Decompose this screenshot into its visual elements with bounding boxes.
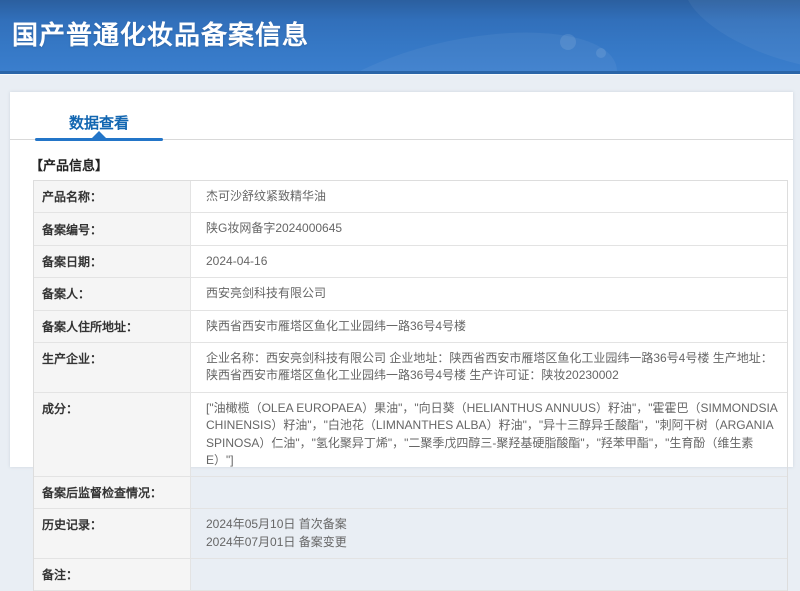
row-label: 备案人： (34, 278, 191, 309)
row-label: 备案编号： (34, 213, 191, 244)
row-value: 西安亮剑科技有限公司 (191, 278, 787, 309)
table-row-filing-number: 备案编号： 陕G妆网备字2024000645 (34, 213, 787, 245)
row-label: 备案后监督检查情况： (34, 477, 191, 508)
table-row-filer-address: 备案人住所地址： 陕西省西安市雁塔区鱼化工业园纬一路36号4号楼 (34, 311, 787, 343)
row-value: 2024年05月10日 首次备案 2024年07月01日 备案变更 (191, 509, 787, 558)
tab-active-pointer-icon (92, 131, 106, 138)
row-value: ["油橄榄（OLEA EUROPAEA）果油"，"向日葵（HELIANTHUS … (191, 393, 787, 477)
row-label: 备案日期： (34, 246, 191, 277)
row-value: 陕西省西安市雁塔区鱼化工业园纬一路36号4号楼 (191, 311, 787, 342)
banner-decoration (560, 34, 576, 50)
page-title: 国产普通化妆品备案信息 (12, 15, 309, 52)
table-row-ingredients: 成分： ["油橄榄（OLEA EUROPAEA）果油"，"向日葵（HELIANT… (34, 393, 787, 478)
product-info-section-title: 【产品信息】 (30, 155, 793, 174)
row-label: 生产企业： (34, 343, 191, 392)
content-panel: 数据查看 【产品信息】 产品名称： 杰可沙舒纹紧致精华油 备案编号： 陕G妆网备… (10, 92, 793, 467)
page-banner: 国产普通化妆品备案信息 (0, 0, 800, 74)
table-row-manufacturer: 生产企业： 企业名称：西安亮剑科技有限公司 企业地址：陕西省西安市雁塔区鱼化工业… (34, 343, 787, 393)
row-value: 杰可沙舒纹紧致精华油 (191, 181, 787, 212)
table-row-filer: 备案人： 西安亮剑科技有限公司 (34, 278, 787, 310)
row-value: 2024-04-16 (191, 246, 787, 277)
banner-decoration (291, 8, 629, 74)
row-value: 企业名称：西安亮剑科技有限公司 企业地址：陕西省西安市雁塔区鱼化工业园纬一路36… (191, 343, 787, 392)
table-row-supervision-check: 备案后监督检查情况： (34, 477, 787, 509)
row-label: 历史记录： (34, 509, 191, 558)
row-value (191, 559, 787, 590)
row-label: 备案人住所地址： (34, 311, 191, 342)
row-label: 产品名称： (34, 181, 191, 212)
row-label: 备注： (34, 559, 191, 590)
table-row-product-name: 产品名称： 杰可沙舒纹紧致精华油 (34, 181, 787, 213)
banner-decoration (671, 0, 800, 74)
table-row-filing-date: 备案日期： 2024-04-16 (34, 246, 787, 278)
row-value: 陕G妆网备字2024000645 (191, 213, 787, 244)
product-info-table: 产品名称： 杰可沙舒纹紧致精华油 备案编号： 陕G妆网备字2024000645 … (33, 180, 788, 591)
tab-bar: 数据查看 (10, 92, 793, 141)
tab-active-underline (35, 138, 163, 141)
table-row-remarks: 备注： (34, 559, 787, 591)
banner-decoration (596, 48, 606, 58)
table-row-history: 历史记录： 2024年05月10日 首次备案 2024年07月01日 备案变更 (34, 509, 787, 559)
tab-data-view[interactable]: 数据查看 (35, 112, 163, 141)
row-label: 成分： (34, 393, 191, 477)
row-value (191, 477, 787, 508)
